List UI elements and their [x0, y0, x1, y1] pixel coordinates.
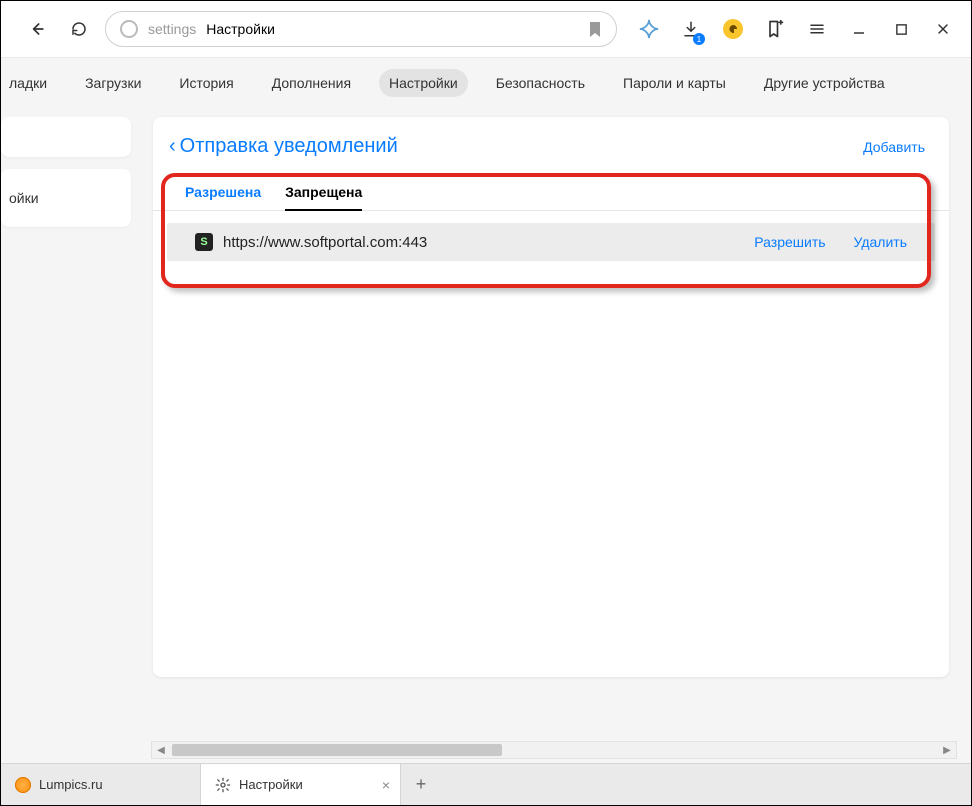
site-row: S https://www.softportal.com:443 Разреши… — [167, 223, 935, 261]
nav-item-downloads[interactable]: Загрузки — [75, 69, 151, 97]
window-minimize-button[interactable] — [845, 13, 873, 45]
zen-button[interactable] — [635, 13, 663, 45]
site-favicon: S — [195, 233, 213, 251]
allow-link[interactable]: Разрешить — [754, 234, 825, 250]
bookmark-icon[interactable] — [588, 21, 602, 38]
workspace: ойки ‹ Отправка уведомлений Добавить Раз… — [1, 107, 971, 763]
arrow-left-icon — [27, 19, 47, 39]
reload-button[interactable] — [63, 13, 95, 45]
panel-header: ‹ Отправка уведомлений Добавить — [153, 117, 949, 162]
nav-item-history[interactable]: История — [169, 69, 243, 97]
bookmark-plus-icon — [765, 19, 785, 39]
chevron-left-icon: ‹ — [169, 135, 176, 158]
back-button[interactable] — [21, 13, 53, 45]
sidebar-item-label: ойки — [9, 190, 39, 206]
extension-button[interactable] — [719, 13, 747, 45]
nav-item-settings[interactable]: Настройки — [379, 69, 468, 97]
extension-icon — [723, 19, 743, 39]
sidebar: ойки — [1, 107, 131, 763]
new-tab-button[interactable]: + — [401, 764, 441, 805]
horizontal-scrollbar[interactable]: ◀ ▶ — [151, 741, 957, 759]
plus-icon: + — [416, 774, 427, 795]
sidebar-card-settings[interactable]: ойки — [1, 169, 131, 227]
add-button[interactable]: Добавить — [863, 139, 925, 155]
site-identity-icon — [120, 20, 138, 38]
gear-icon — [215, 777, 231, 793]
scrollbar-thumb[interactable] — [172, 744, 502, 756]
toolbar-right: 1 — [635, 13, 957, 45]
reload-icon — [70, 20, 88, 38]
panel-title: Отправка уведомлений — [180, 135, 398, 158]
delete-link[interactable]: Удалить — [854, 234, 907, 250]
settings-nav: ладки Загрузки История Дополнения Настро… — [1, 57, 971, 107]
tab-close-button[interactable]: × — [382, 777, 390, 793]
maximize-icon — [895, 23, 908, 36]
close-icon — [936, 22, 950, 36]
tab-denied[interactable]: Запрещена — [285, 184, 362, 210]
notifications-panel: ‹ Отправка уведомлений Добавить Разрешен… — [153, 117, 949, 677]
downloads-button[interactable]: 1 — [677, 13, 705, 45]
menu-button[interactable] — [803, 13, 831, 45]
sidebar-card[interactable] — [1, 117, 131, 157]
tab-label: Настройки — [239, 777, 303, 792]
tab-allowed[interactable]: Разрешена — [185, 184, 261, 210]
tab-label: Lumpics.ru — [39, 777, 103, 792]
bookmarks-button[interactable] — [761, 13, 789, 45]
nav-item-devices[interactable]: Другие устройства — [754, 69, 895, 97]
nav-item-passwords[interactable]: Пароли и карты — [613, 69, 736, 97]
tab-strip: Lumpics.ru Настройки × + — [1, 763, 971, 805]
content: ‹ Отправка уведомлений Добавить Разрешен… — [131, 107, 971, 763]
permission-tabs: Разрешена Запрещена — [153, 184, 949, 211]
scroll-left-icon[interactable]: ◀ — [152, 745, 170, 756]
address-title: Настройки — [206, 21, 275, 37]
tab-settings[interactable]: Настройки × — [201, 764, 401, 805]
address-bar[interactable]: settings Настройки — [105, 11, 617, 47]
nav-item-bookmarks[interactable]: ладки — [0, 69, 57, 97]
tab-lumpics[interactable]: Lumpics.ru — [1, 764, 201, 805]
zen-icon — [638, 18, 660, 40]
nav-item-addons[interactable]: Дополнения — [262, 69, 361, 97]
window-close-button[interactable] — [929, 13, 957, 45]
panel-back[interactable]: ‹ Отправка уведомлений — [169, 135, 398, 158]
hamburger-icon — [808, 20, 826, 38]
site-url: https://www.softportal.com:443 — [223, 234, 726, 251]
address-scheme: settings — [148, 21, 196, 37]
download-badge: 1 — [693, 33, 705, 45]
scroll-right-icon[interactable]: ▶ — [938, 745, 956, 756]
window-maximize-button[interactable] — [887, 13, 915, 45]
nav-item-security[interactable]: Безопасность — [486, 69, 595, 97]
lumpics-favicon — [15, 777, 31, 793]
minimize-icon — [852, 22, 866, 36]
browser-toolbar: settings Настройки 1 — [1, 1, 971, 57]
